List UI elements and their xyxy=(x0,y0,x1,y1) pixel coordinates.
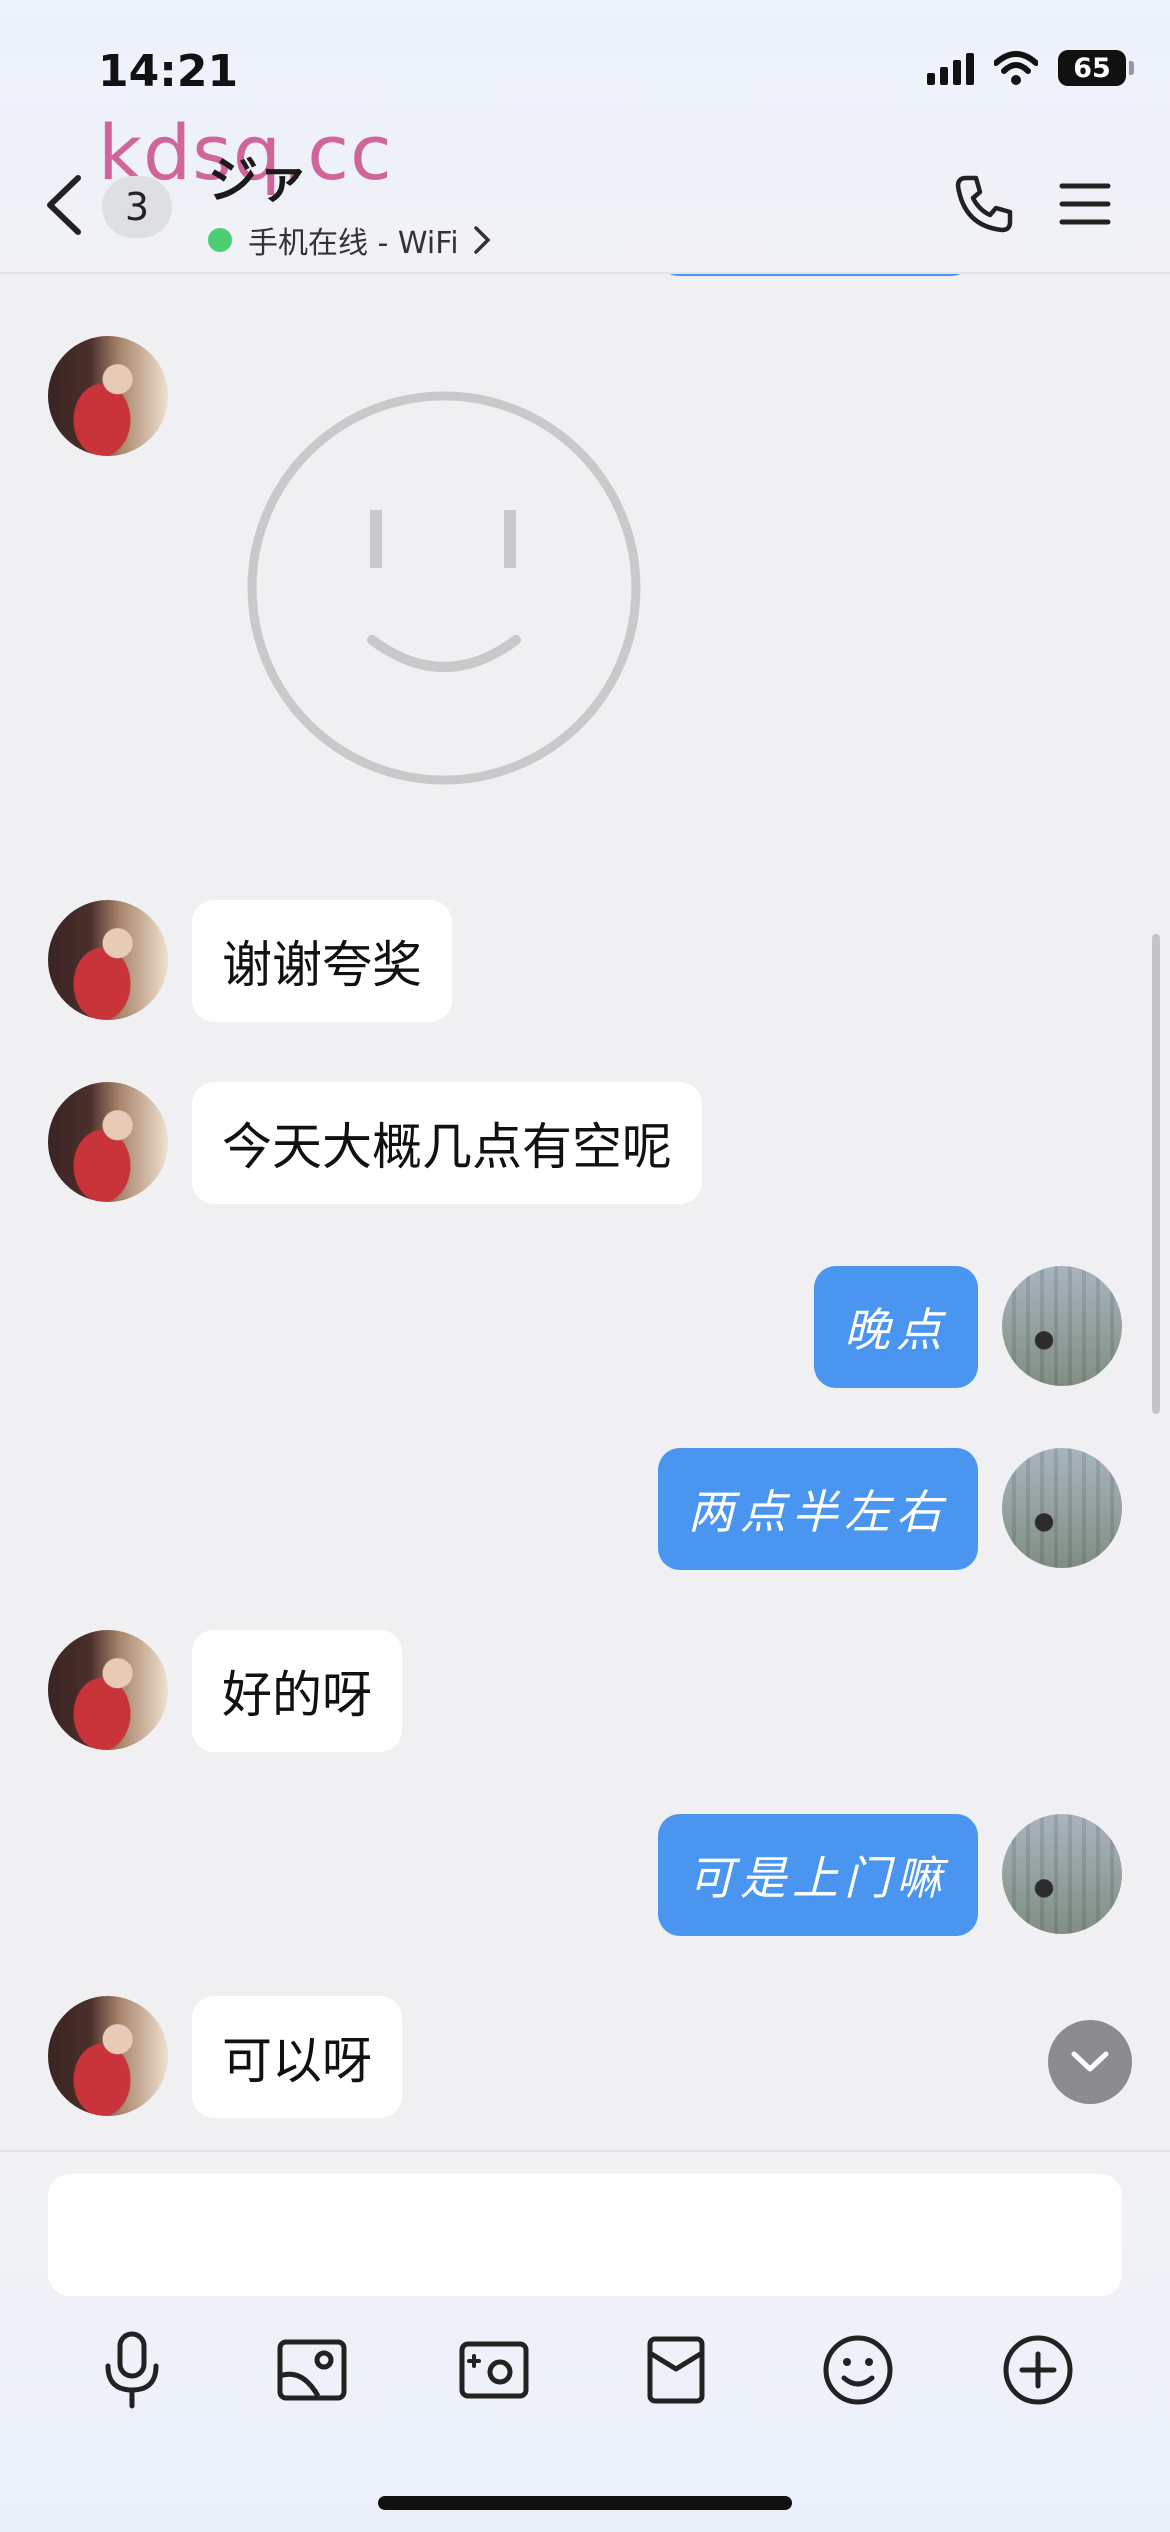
plus-icon xyxy=(1003,2335,1073,2405)
message-list[interactable]: 谢谢夸奖 今天大概几点有空呢 晚点 两点半左右 好的呀 可是上门嘛 可以呀 xyxy=(0,272,1170,2150)
red-packet-button[interactable] xyxy=(636,2330,716,2410)
chat-screen: 14:21 65 kdsq.cc 3 ジァ 手机在线 - WiFi 谢谢夸奖 今… xyxy=(0,0,1170,2532)
scrollbar[interactable] xyxy=(1152,934,1160,1414)
status-icons: 65 xyxy=(927,50,1134,86)
online-dot-icon xyxy=(208,228,232,252)
red-packet-icon xyxy=(647,2336,705,2404)
contact-avatar[interactable] xyxy=(48,1082,168,1202)
wifi-icon xyxy=(994,51,1038,85)
contact-avatar[interactable] xyxy=(48,900,168,1020)
incoming-message[interactable]: 可以呀 xyxy=(192,1996,402,2118)
contact-avatar[interactable] xyxy=(48,1996,168,2116)
contact-name[interactable]: ジァ xyxy=(208,140,308,212)
chevron-right-icon xyxy=(473,226,491,254)
chat-header: 14:21 65 kdsq.cc 3 ジァ 手机在线 - WiFi xyxy=(0,0,1170,274)
online-status-text: 手机在线 - WiFi xyxy=(248,226,459,261)
contact-avatar[interactable] xyxy=(48,1630,168,1750)
smiley-sticker-icon[interactable] xyxy=(244,388,644,788)
image-icon xyxy=(277,2339,347,2401)
back-button[interactable] xyxy=(40,170,90,240)
status-time: 14:21 xyxy=(98,46,239,97)
battery-icon: 65 xyxy=(1058,50,1134,86)
unread-count-badge[interactable]: 3 xyxy=(102,176,172,238)
camera-button[interactable] xyxy=(454,2330,534,2410)
my-avatar[interactable] xyxy=(1002,1266,1122,1386)
more-button[interactable] xyxy=(998,2330,1078,2410)
outgoing-message[interactable]: 晚点 xyxy=(814,1266,978,1388)
my-avatar[interactable] xyxy=(1002,1448,1122,1568)
camera-icon xyxy=(459,2341,529,2399)
my-avatar[interactable] xyxy=(1002,1814,1122,1934)
cellular-signal-icon xyxy=(927,51,974,85)
home-indicator[interactable] xyxy=(378,2496,792,2510)
incoming-message[interactable]: 今天大概几点有空呢 xyxy=(192,1082,702,1204)
incoming-message[interactable]: 谢谢夸奖 xyxy=(192,900,452,1022)
online-status[interactable]: 手机在线 - WiFi xyxy=(208,218,491,262)
emoji-button[interactable] xyxy=(818,2330,898,2410)
photo-button[interactable] xyxy=(272,2330,352,2410)
phone-call-icon[interactable] xyxy=(952,172,1016,236)
input-toolbar xyxy=(0,2330,1170,2440)
microphone-icon xyxy=(105,2331,159,2409)
emoji-icon xyxy=(823,2335,893,2405)
menu-icon[interactable] xyxy=(1058,180,1112,228)
input-area xyxy=(0,2150,1170,2532)
incoming-message[interactable]: 好的呀 xyxy=(192,1630,402,1752)
outgoing-message[interactable]: 可是上门嘛 xyxy=(658,1814,978,1936)
scroll-to-bottom-button[interactable] xyxy=(1048,2020,1132,2104)
contact-avatar[interactable] xyxy=(48,336,168,456)
outgoing-message[interactable]: 两点半左右 xyxy=(658,1448,978,1570)
chevron-down-icon xyxy=(1071,2051,1109,2072)
voice-button[interactable] xyxy=(92,2330,172,2410)
message-input[interactable] xyxy=(48,2174,1122,2296)
battery-level: 65 xyxy=(1073,52,1111,84)
